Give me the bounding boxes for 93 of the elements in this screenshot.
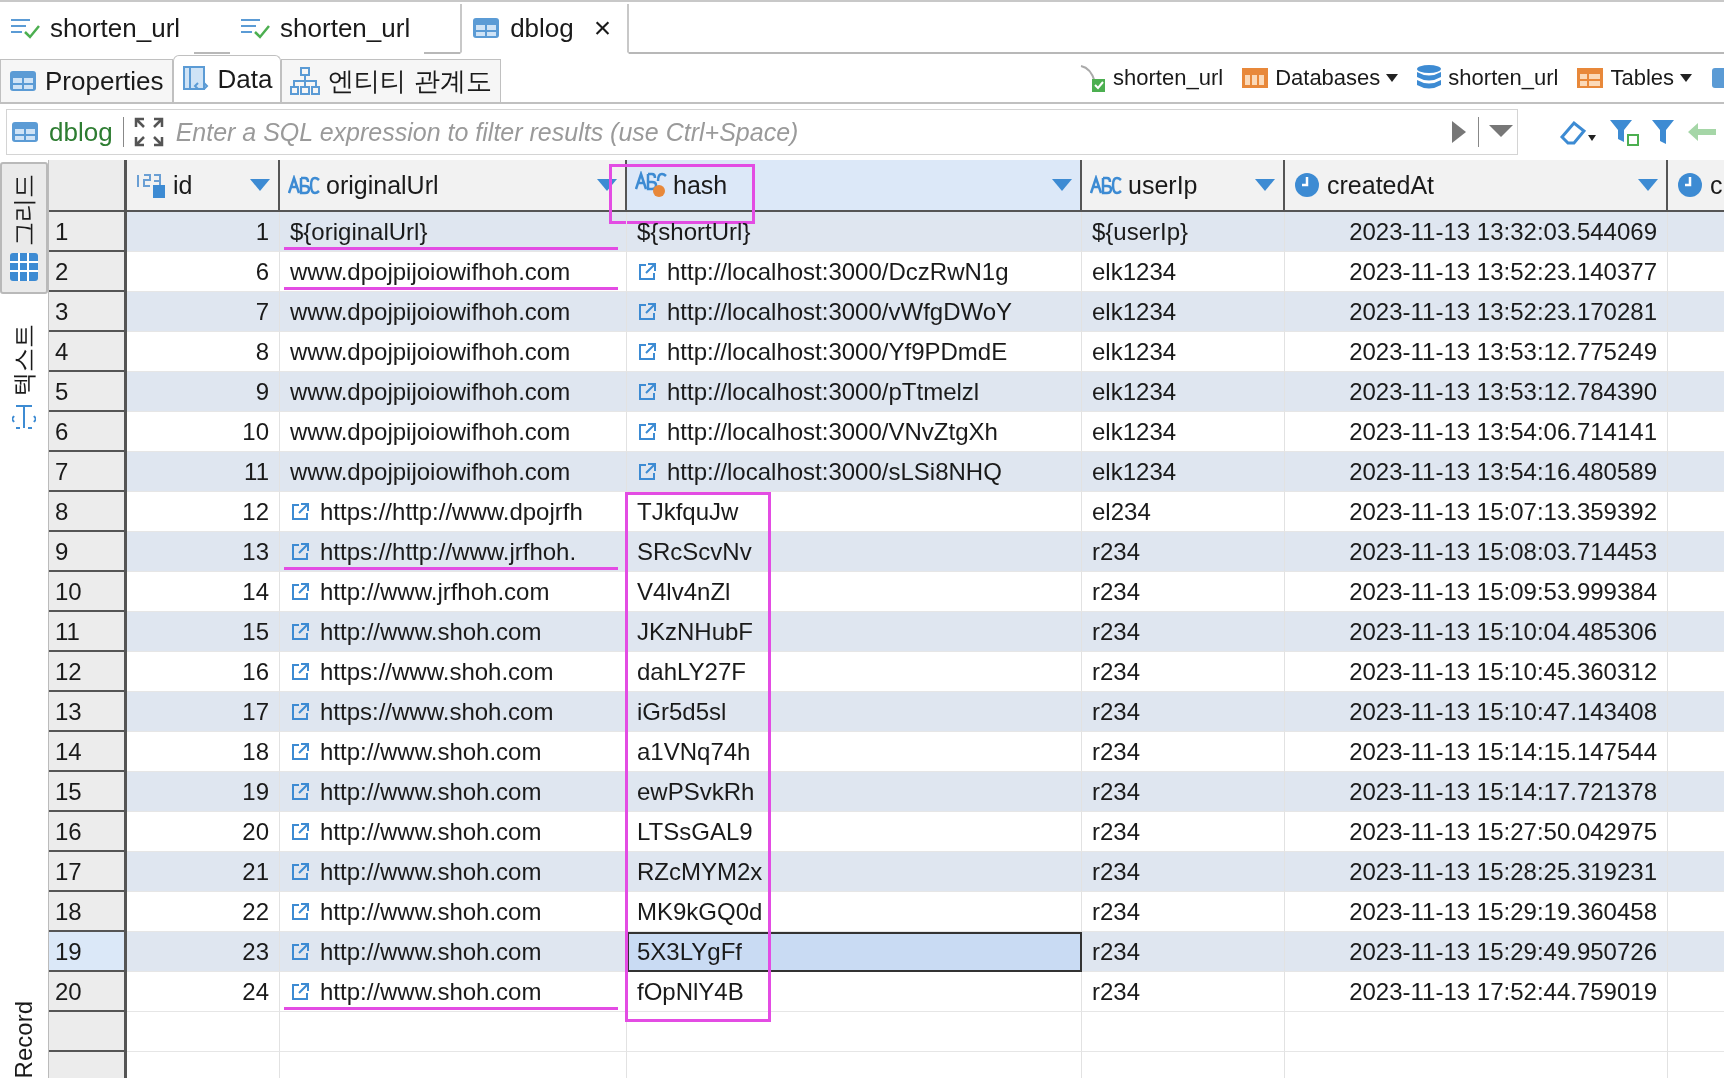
link-icon (637, 301, 657, 322)
data-grid-icon (181, 65, 210, 93)
text-type-icon (288, 175, 320, 195)
row-number[interactable]: 9 (49, 532, 127, 572)
link-icon (637, 261, 657, 282)
run-icon (1450, 119, 1468, 145)
editor-sub-tab[interactable]: Properties (0, 59, 173, 102)
row-number[interactable]: 3 (49, 292, 127, 332)
link-icon (637, 461, 657, 482)
link-icon (637, 421, 657, 442)
row-number[interactable]: 17 (49, 852, 127, 892)
record-toggle[interactable]: Record (10, 1000, 38, 1078)
row-number[interactable]: 20 (49, 972, 127, 1012)
view-mode-tab[interactable]: 텍스트 (0, 312, 48, 444)
row-number[interactable]: 2 (49, 252, 127, 292)
clock-icon (1676, 171, 1704, 199)
table-name: dblog (49, 116, 113, 148)
row-number[interactable]: 5 (49, 372, 127, 412)
table-icon (472, 16, 501, 40)
breadcrumb-item[interactable]: Tables (1576, 65, 1692, 91)
link-icon (290, 941, 310, 962)
row-number[interactable]: 15 (49, 772, 127, 812)
sort-arrow-icon (597, 179, 617, 191)
clock-icon (1293, 171, 1321, 199)
link-icon (290, 581, 310, 602)
link-icon (637, 381, 657, 402)
row-number[interactable]: 10 (49, 572, 127, 612)
row-number[interactable]: 12 (49, 652, 127, 692)
link-icon (290, 541, 310, 562)
tables-icon (1576, 66, 1605, 90)
row-number[interactable]: 1 (49, 212, 127, 252)
link-icon (290, 861, 310, 882)
sort-arrow-icon (250, 179, 270, 191)
link-icon (290, 821, 310, 842)
dropdown-caret-icon (1680, 74, 1692, 82)
column-header[interactable]: createdAt (1285, 160, 1668, 212)
row-number[interactable]: 19 (49, 932, 127, 972)
link-icon (290, 781, 310, 802)
table-icon (11, 120, 39, 144)
filter-field[interactable]: dblog Enter a SQL expression to filter results (use Ctrl+Space) (6, 109, 1518, 155)
column-header[interactable]: c (1668, 160, 1724, 212)
breadcrumb-item[interactable]: Databases (1241, 65, 1399, 91)
back-arrow-icon (1686, 121, 1718, 143)
key-type-icon (635, 171, 667, 199)
column-header[interactable]: id (127, 160, 280, 212)
editor-sub-tab[interactable]: Data (172, 55, 282, 102)
column-header[interactable]: userIp (1082, 160, 1285, 212)
row-number[interactable]: 14 (49, 732, 127, 772)
sort-arrow-icon (1052, 179, 1072, 191)
link-icon (290, 741, 310, 762)
link-icon (290, 981, 310, 1002)
sort-arrow-icon (1255, 179, 1275, 191)
diagram-icon (290, 66, 321, 96)
folder-icon (1241, 66, 1270, 90)
link-icon (290, 501, 310, 522)
filter-icon (1650, 117, 1676, 147)
row-number[interactable]: 11 (49, 612, 127, 652)
row-number[interactable]: 16 (49, 812, 127, 852)
column-header[interactable]: hash (627, 160, 1082, 212)
filter-settings-icon (1608, 117, 1640, 147)
row-number[interactable]: 7 (49, 452, 127, 492)
number-type-icon (135, 171, 167, 199)
link-icon (290, 901, 310, 922)
script-check-icon (240, 17, 271, 39)
table-icon (1710, 66, 1724, 90)
editor-tab[interactable]: dblog × (460, 4, 630, 54)
sort-arrow-icon (1638, 179, 1658, 191)
link-icon (290, 701, 310, 722)
editor-sub-tab[interactable]: 엔티티 관계도 (281, 59, 501, 102)
link-icon (290, 621, 310, 642)
row-number[interactable]: 4 (49, 332, 127, 372)
text-type-icon (1090, 175, 1122, 195)
row-number[interactable] (49, 1012, 127, 1052)
column-header[interactable]: originalUrl (280, 160, 627, 212)
grid-icon (9, 252, 39, 282)
row-number[interactable]: 6 (49, 412, 127, 452)
breadcrumb-item[interactable]: shorten_url (1416, 64, 1559, 92)
row-number[interactable]: 13 (49, 692, 127, 732)
breadcrumb-item[interactable]: shorten_url (1077, 63, 1224, 93)
dropdown-caret-icon (1386, 74, 1399, 82)
text-cursor-icon (12, 402, 36, 432)
link-icon (637, 341, 657, 362)
filter-field[interactable]: Enter a SQL expression to filter results (use Ctrl+Space) (173, 116, 1440, 148)
close-button[interactable]: × (591, 11, 614, 45)
table-cell: 5X3LYgFf (627, 932, 1082, 972)
history-caret-icon (1489, 125, 1513, 139)
row-number[interactable]: 8 (49, 492, 127, 532)
script-check-icon (10, 17, 40, 39)
table-icon (9, 69, 37, 93)
expand-icon (133, 117, 164, 147)
link-icon (290, 661, 310, 682)
row-number[interactable]: 18 (49, 892, 127, 932)
view-mode-tab[interactable]: 그리드 (0, 162, 48, 294)
